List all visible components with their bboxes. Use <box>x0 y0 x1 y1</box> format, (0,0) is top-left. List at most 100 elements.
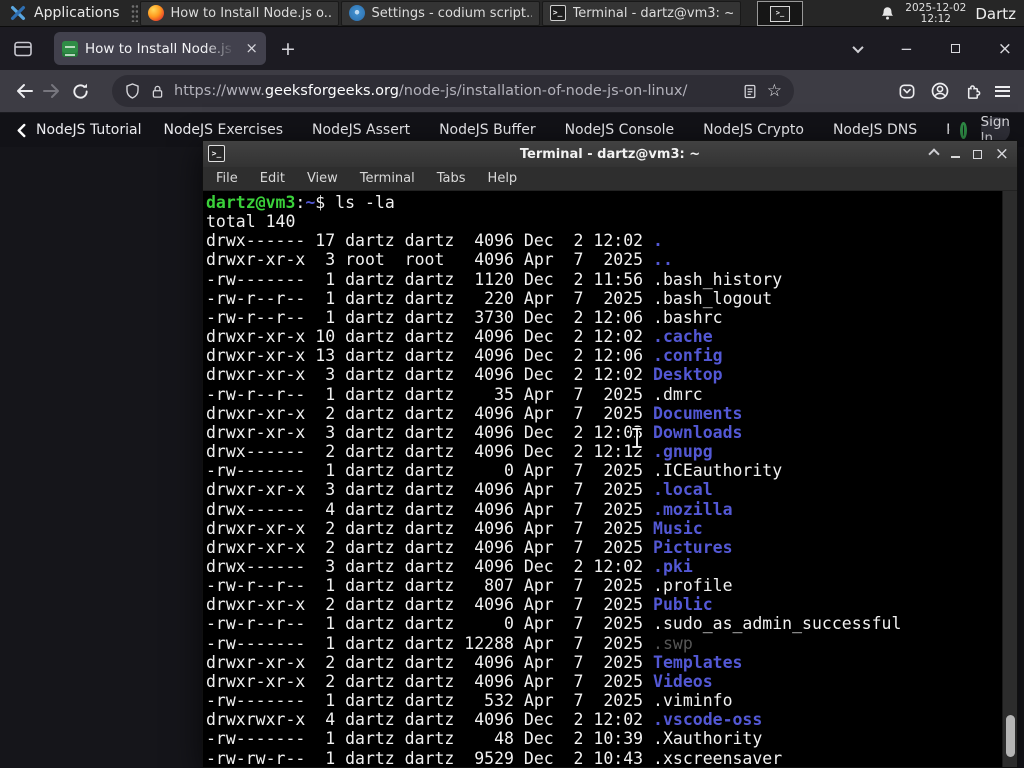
taskbar-button-terminal[interactable]: >_ Terminal - dartz@vm3: ~ <box>541 0 741 26</box>
forward-button[interactable] <box>38 77 66 105</box>
workspace-pager[interactable]: >_ <box>757 1 803 26</box>
ls-row-meta: drwx------ 3 dartz dartz 4096 Dec 2 12:0… <box>206 556 654 576</box>
menu-item-terminal[interactable]: Terminal <box>349 171 426 186</box>
user-menu[interactable]: Dartz <box>975 5 1018 23</box>
terminal-shade-button[interactable] <box>928 148 940 160</box>
tracking-shield-icon[interactable] <box>124 82 141 100</box>
site-nav-link[interactable]: NodeJS Buffer <box>439 122 536 138</box>
site-nav-link[interactable]: NodeJS Assert <box>312 122 410 138</box>
firefox-icon <box>147 5 164 21</box>
applications-menu-button[interactable]: Applications <box>0 0 129 27</box>
ls-row: -rw-r--r-- 1 dartz dartz 3730 Dec 2 12:0… <box>206 308 1017 327</box>
new-tab-button[interactable]: + <box>280 38 296 60</box>
taskbar-button-label: How to Install Node.js o... <box>170 5 331 21</box>
ls-row: drwxr-xr-x 2 dartz dartz 4096 Apr 7 2025… <box>206 519 1017 538</box>
clock-date: 2025-12-02 <box>905 1 967 14</box>
directory-name: Desktop <box>653 365 723 385</box>
ls-row: drwx------ 4 dartz dartz 4096 Apr 7 2025… <box>206 500 1017 519</box>
notification-bell-icon[interactable] <box>879 5 896 22</box>
ls-row-meta: drwxr-xr-x 2 dartz dartz 4096 Apr 7 2025 <box>206 595 654 615</box>
ls-row: drwx------ 3 dartz dartz 4096 Dec 2 12:0… <box>206 557 1017 576</box>
site-nav-link[interactable]: NodeJS Exercises <box>163 122 283 138</box>
terminal-scrollbar-thumb[interactable] <box>1006 715 1015 757</box>
menu-item-file[interactable]: File <box>205 171 249 186</box>
browser-tab[interactable]: How to Install Node.js on × <box>54 32 266 65</box>
browser-minimize-button[interactable]: − <box>900 40 913 58</box>
url-text[interactable]: https://www.geeksforgeeks.org/node-js/in… <box>174 83 733 99</box>
clock[interactable]: 2025-12-02 12:12 <box>905 1 967 25</box>
directory-name: Downloads <box>653 422 743 442</box>
ls-row-meta: drwxr-xr-x 2 dartz dartz 4096 Apr 7 2025 <box>206 518 654 538</box>
ls-row-meta: drwx------ 2 dartz dartz 4096 Dec 2 12:1… <box>206 442 654 462</box>
directory-name: Videos <box>653 671 713 691</box>
menu-item-tabs[interactable]: Tabs <box>426 171 477 186</box>
menu-item-help[interactable]: Help <box>477 171 529 186</box>
file-name: .sudo_as_admin_successful <box>653 614 902 634</box>
prompt-colon: : <box>295 193 306 212</box>
search-icon[interactable] <box>959 121 967 139</box>
bookmark-star-icon[interactable]: ☆ <box>767 81 782 101</box>
account-icon[interactable] <box>930 81 950 101</box>
ls-row-meta: -rw-r--r-- 1 dartz dartz 0 Apr 7 2025 <box>206 614 654 634</box>
directory-name: .. <box>653 250 673 270</box>
lock-icon[interactable] <box>150 83 165 100</box>
site-nav-link[interactable]: NodeJS DNS <box>833 122 917 138</box>
browser-close-button[interactable]: × <box>998 39 1012 59</box>
url-path: /node-js/installation-of-node-js-on-linu… <box>398 83 688 99</box>
site-nav-link[interactable]: NodeJS Console <box>565 122 675 138</box>
file-name-dim: .swp <box>653 633 693 653</box>
ls-row-meta: drwxr-xr-x 2 dartz dartz 4096 Apr 7 2025 <box>206 403 654 423</box>
menu-item-view[interactable]: View <box>296 171 349 186</box>
toolbar-right-icons <box>897 81 1024 101</box>
directory-name: .pki <box>653 556 693 576</box>
reader-mode-icon[interactable] <box>742 83 758 100</box>
terminal-window-title: Terminal - dartz@vm3: ~ <box>519 146 701 162</box>
back-button[interactable] <box>10 77 38 105</box>
terminal-titlebar[interactable]: >_ Terminal - dartz@vm3: ~ × <box>203 141 1017 167</box>
site-nav-back-label: NodeJS Tutorial <box>36 122 142 138</box>
url-bar[interactable]: https://www.geeksforgeeks.org/node-js/in… <box>112 75 794 107</box>
terminal-minimize-button[interactable] <box>950 150 960 158</box>
ls-row: -rw------- 1 dartz dartz 1120 Dec 2 11:5… <box>206 270 1017 289</box>
ls-row-meta: drwxr-xr-x 2 dartz dartz 4096 Apr 7 2025 <box>206 537 654 557</box>
browser-maximize-button[interactable] <box>950 44 960 53</box>
extensions-puzzle-icon[interactable] <box>963 82 982 101</box>
tab-close-icon[interactable]: × <box>245 41 258 56</box>
directory-name: .mozilla <box>653 499 733 519</box>
terminal-maximize-button[interactable] <box>972 149 982 159</box>
ls-row: drwxr-xr-x 3 root root 4096 Apr 7 2025 .… <box>206 250 1017 269</box>
site-nav-back[interactable]: NodeJS Tutorial <box>16 122 141 138</box>
ls-row: -rw-r--r-- 1 dartz dartz 0 Apr 7 2025 .s… <box>206 614 1017 633</box>
ls-row-meta: drwxr-xr-x 3 root root 4096 Apr 7 2025 <box>206 250 654 270</box>
ls-row-meta: drwxr-xr-x 2 dartz dartz 4096 Apr 7 2025 <box>206 652 654 672</box>
terminal-scrollbar[interactable] <box>1002 191 1017 767</box>
taskbar-button-codium[interactable]: Settings - codium script... <box>340 0 540 26</box>
prompt-line: dartz@vm3:~$ ls -la <box>206 193 1017 212</box>
total-line: total 140 <box>206 212 296 232</box>
directory-name: Pictures <box>653 537 733 557</box>
reload-button[interactable] <box>66 77 94 105</box>
taskbar-button-label: Terminal - dartz@vm3: ~ <box>572 5 733 21</box>
taskbar-button-firefox[interactable]: How to Install Node.js o... <box>139 0 339 26</box>
terminal-close-button[interactable]: × <box>995 144 1009 164</box>
firefox-view-button[interactable] <box>8 34 38 64</box>
terminal-output[interactable]: dartz@vm3:~$ ls -la total 140 drwx------… <box>203 191 1017 767</box>
ls-row: -rw-r--r-- 1 dartz dartz 807 Apr 7 2025 … <box>206 576 1017 595</box>
applications-icon <box>10 5 26 21</box>
list-all-tabs-icon[interactable] <box>852 41 864 53</box>
prompt-command: $ ls -la <box>315 193 395 212</box>
site-nav-link[interactable]: NodeJS Crypto <box>703 122 804 138</box>
chevron-right-icon[interactable] <box>948 122 950 138</box>
tab-title: How to Install Node.js on <box>85 40 239 57</box>
geeksforgeeks-favicon <box>62 40 78 57</box>
ls-row-meta: drwxr-xr-x 3 dartz dartz 4096 Dec 2 12:0… <box>206 365 654 385</box>
directory-name: Templates <box>653 652 743 672</box>
ls-row-meta: drwx------ 4 dartz dartz 4096 Apr 7 2025 <box>206 499 654 519</box>
ls-row: drwxrwxr-x 4 dartz dartz 4096 Dec 2 12:0… <box>206 710 1017 729</box>
menu-item-edit[interactable]: Edit <box>249 171 296 186</box>
panel-task-list: How to Install Node.js o... Settings - co… <box>139 0 743 27</box>
pocket-icon[interactable] <box>897 82 917 101</box>
ls-row-meta: -rw-r--r-- 1 dartz dartz 35 Apr 7 2025 <box>206 384 654 404</box>
ls-row-meta: drwxr-xr-x 13 dartz dartz 4096 Dec 2 12:… <box>206 346 654 366</box>
menu-hamburger-icon[interactable] <box>995 85 1010 97</box>
